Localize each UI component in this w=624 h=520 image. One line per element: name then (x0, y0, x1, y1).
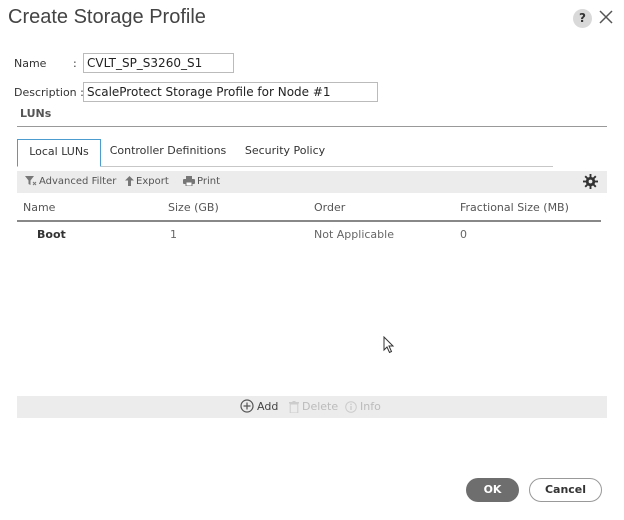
cell-name: Boot (37, 228, 66, 241)
help-icon[interactable]: ? (573, 9, 592, 28)
cell-size: 1 (170, 228, 177, 241)
info-label: Info (360, 400, 381, 413)
export-arrow-icon (125, 176, 134, 186)
advanced-filter-label: Advanced Filter (39, 176, 117, 187)
add-button[interactable]: Add (240, 396, 278, 418)
cell-order: Not Applicable (314, 228, 394, 241)
name-label: Name (14, 57, 47, 70)
trash-icon (289, 401, 299, 414)
tab-local-luns[interactable]: Local LUNs (17, 139, 101, 167)
add-label: Add (257, 400, 279, 413)
table-action-bar: Add Delete Info (17, 396, 607, 418)
tab-security-policy[interactable]: Security Policy (239, 139, 331, 166)
name-input[interactable]: CVLT_SP_S3260_S1 (83, 53, 234, 73)
luns-section-title: LUNs (20, 107, 52, 120)
cell-fractional-size: 0 (460, 228, 467, 241)
info-icon (345, 401, 357, 413)
cancel-button[interactable]: Cancel (529, 478, 602, 502)
description-label: Description : (14, 86, 84, 99)
export-label: Export (136, 176, 169, 187)
column-header-size[interactable]: Size (GB) (168, 196, 219, 220)
mouse-pointer-icon (383, 336, 395, 354)
description-input[interactable]: ScaleProtect Storage Profile for Node #1 (83, 82, 378, 102)
table-header: Name Size (GB) Order Fractional Size (MB… (17, 196, 601, 222)
column-header-name[interactable]: Name (23, 196, 55, 220)
export-button[interactable]: Export (125, 171, 169, 193)
tab-bar: Local LUNs Controller Definitions Securi… (17, 139, 553, 167)
printer-icon (183, 176, 195, 187)
table-row[interactable]: Boot 1 Not Applicable 0 (17, 224, 601, 246)
column-header-fractional-size[interactable]: Fractional Size (MB) (460, 196, 569, 220)
gear-icon[interactable] (583, 174, 598, 189)
plus-circle-icon (240, 399, 254, 413)
print-label: Print (197, 176, 221, 187)
dialog-title: Create Storage Profile (8, 6, 206, 28)
delete-label: Delete (302, 400, 339, 413)
filter-icon (25, 176, 37, 186)
ok-button[interactable]: OK (466, 478, 519, 502)
close-icon[interactable] (598, 9, 614, 25)
tab-controller-definitions[interactable]: Controller Definitions (109, 139, 227, 166)
print-button[interactable]: Print (183, 171, 220, 193)
column-header-order[interactable]: Order (314, 196, 345, 220)
table-toolbar: Advanced Filter Export Print (17, 171, 607, 193)
name-colon: : (73, 57, 77, 70)
section-divider (17, 126, 607, 127)
info-button[interactable]: Info (345, 396, 381, 418)
delete-button[interactable]: Delete (289, 396, 338, 418)
advanced-filter-button[interactable]: Advanced Filter (25, 171, 116, 193)
